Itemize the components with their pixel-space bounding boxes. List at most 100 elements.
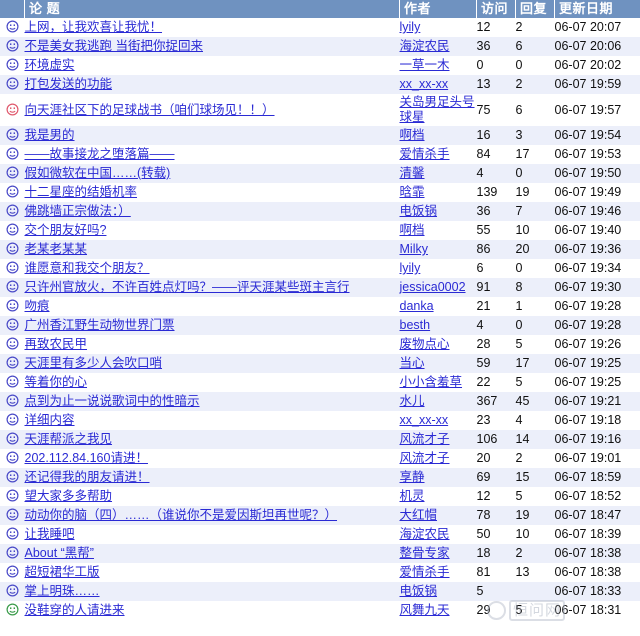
header-views[interactable]: 访问 bbox=[476, 0, 516, 18]
thread-title-link[interactable]: 202.112.84.160请进！ bbox=[25, 451, 148, 465]
thread-title-link[interactable]: 点到为止一说说歌词中的性暗示 bbox=[25, 394, 200, 408]
author-link[interactable]: 电饭锅 bbox=[400, 584, 438, 598]
author-link[interactable]: 啊档 bbox=[400, 223, 425, 237]
table-row[interactable]: 假如微软在中国……(转载) 清馨 4 0 06-07 19:50 bbox=[0, 164, 640, 183]
table-row[interactable]: 202.112.84.160请进！ 风流才子 20 2 06-07 19:01 bbox=[0, 449, 640, 468]
author-link[interactable]: 一草一木 bbox=[400, 58, 450, 72]
author-link[interactable]: 海淀农民 bbox=[400, 527, 450, 541]
thread-title-link[interactable]: 再致农民甲 bbox=[25, 337, 88, 351]
thread-title-link[interactable]: 只许州官放火，不许百姓点灯吗？——评天涯某些斑主言行 bbox=[25, 280, 350, 294]
author-link[interactable]: 水儿 bbox=[400, 394, 425, 408]
thread-title-link[interactable]: 假如微软在中国……(转载) bbox=[25, 166, 171, 180]
table-row[interactable]: 还记得我的朋友请进！ 享静 69 15 06-07 18:59 bbox=[0, 468, 640, 487]
table-row[interactable]: 天涯里有多少人会吹口哨 当心 59 17 06-07 19:25 bbox=[0, 354, 640, 373]
author-link[interactable]: lyily bbox=[400, 261, 421, 275]
table-row[interactable]: 佛跳墙正宗做法：） 电饭锅 36 7 06-07 19:46 bbox=[0, 202, 640, 221]
author-link[interactable]: 清馨 bbox=[400, 166, 425, 180]
author-link[interactable]: jessica0002 bbox=[400, 280, 466, 294]
author-link[interactable]: 爱情杀手 bbox=[400, 565, 450, 579]
table-row[interactable]: 点到为止一说说歌词中的性暗示 水儿 367 45 06-07 19:21 bbox=[0, 392, 640, 411]
table-row[interactable]: 没鞋穿的人请进来 风舞九天 29 5 06-07 18:31 bbox=[0, 601, 640, 620]
author-link[interactable]: 废物点心 bbox=[400, 337, 450, 351]
table-row[interactable]: 超短裙华工版 爱情杀手 81 13 06-07 18:38 bbox=[0, 563, 640, 582]
table-row[interactable]: 让我睡吧 海淀农民 50 10 06-07 18:39 bbox=[0, 525, 640, 544]
author-link[interactable]: danka bbox=[400, 299, 434, 313]
table-row[interactable]: 动动你的脑（四）……（谁说你不是爱因斯坦再世呢？） 大红帽 78 19 06-07 18… bbox=[0, 506, 640, 525]
author-link[interactable]: Milky bbox=[400, 242, 428, 256]
table-row[interactable]: 天涯帮派之我见 风流才子 106 14 06-07 19:16 bbox=[0, 430, 640, 449]
thread-title-link[interactable]: 掌上明珠…… bbox=[25, 584, 100, 598]
table-row[interactable]: 环境虚实 一草一木 0 0 06-07 20:02 bbox=[0, 56, 640, 75]
author-link[interactable]: 电饭锅 bbox=[400, 204, 438, 218]
author-link[interactable]: 风流才子 bbox=[400, 451, 450, 465]
thread-title-link[interactable]: 环境虚实 bbox=[25, 58, 75, 72]
thread-title-link[interactable]: 望大家多多帮助 bbox=[25, 489, 113, 503]
thread-title-cell: 天涯帮派之我见 bbox=[25, 430, 400, 449]
thread-title-link[interactable]: About “黑帮” bbox=[25, 546, 94, 560]
author-link[interactable]: 当心 bbox=[400, 356, 425, 370]
author-link[interactable]: 风舞九天 bbox=[400, 603, 450, 617]
thread-title-link[interactable]: 向天涯社区下的足球战书（咱们球场见！！） bbox=[25, 103, 275, 117]
table-row[interactable]: 只许州官放火，不许百姓点灯吗？——评天涯某些斑主言行 jessica0002 91 8… bbox=[0, 278, 640, 297]
thread-title-link[interactable]: 天涯帮派之我见 bbox=[25, 432, 113, 446]
thread-title-link[interactable]: 佛跳墙正宗做法：） bbox=[25, 204, 131, 218]
thread-title-link[interactable]: 让我睡吧 bbox=[25, 527, 75, 541]
author-link[interactable]: 晗霏 bbox=[400, 185, 425, 199]
header-replies[interactable]: 回复 bbox=[515, 0, 555, 18]
table-row[interactable]: 吻痕 danka 21 1 06-07 19:28 bbox=[0, 297, 640, 316]
author-link[interactable]: 关岛男足头号球星 bbox=[400, 95, 475, 124]
table-row[interactable]: 不是美女我逃跑 当街把你捉回来 海淀农民 36 6 06-07 20:06 bbox=[0, 37, 640, 56]
thread-title-link[interactable]: 超短裙华工版 bbox=[25, 565, 100, 579]
thread-title-link[interactable]: ——故事接龙之堕落篇—— bbox=[25, 147, 175, 161]
thread-title-link[interactable]: 十二星座的结婚机率 bbox=[25, 185, 138, 199]
author-link[interactable]: 风流才子 bbox=[400, 432, 450, 446]
table-row[interactable]: ——故事接龙之堕落篇—— 爱情杀手 84 17 06-07 19:53 bbox=[0, 145, 640, 164]
author-link[interactable]: besth bbox=[400, 318, 431, 332]
author-link[interactable]: 啊档 bbox=[400, 128, 425, 142]
table-row[interactable]: 望大家多多帮助 机灵 12 5 06-07 18:52 bbox=[0, 487, 640, 506]
thread-title-link[interactable]: 打包发送的功能 bbox=[25, 77, 113, 91]
table-row[interactable]: 等着你的心 小小含羞草 22 5 06-07 19:25 bbox=[0, 373, 640, 392]
table-row[interactable]: 上网，让我欢喜让我忧！ lyily 12 2 06-07 20:07 bbox=[0, 18, 640, 37]
table-row[interactable]: 广州香江野生动物世界门票 besth 4 0 06-07 19:28 bbox=[0, 316, 640, 335]
author-link[interactable]: 爱情杀手 bbox=[400, 147, 450, 161]
author-link[interactable]: lyily bbox=[400, 20, 421, 34]
thread-title-link[interactable]: 交个朋友好吗? bbox=[25, 223, 107, 237]
table-row[interactable]: 我是男的 啊档 16 3 06-07 19:54 bbox=[0, 126, 640, 145]
table-row[interactable]: 打包发送的功能 xx_xx-xx 13 2 06-07 19:59 bbox=[0, 75, 640, 94]
header-date[interactable]: 更新日期 bbox=[554, 0, 640, 18]
author-link[interactable]: xx_xx-xx bbox=[400, 77, 449, 91]
thread-title-link[interactable]: 我是男的 bbox=[25, 128, 75, 142]
table-row[interactable]: 再致农民甲 废物点心 28 5 06-07 19:26 bbox=[0, 335, 640, 354]
thread-title-link[interactable]: 老某老某某 bbox=[25, 242, 88, 256]
thread-title-link[interactable]: 不是美女我逃跑 当街把你捉回来 bbox=[25, 39, 203, 53]
thread-title-link[interactable]: 天涯里有多少人会吹口哨 bbox=[25, 356, 163, 370]
thread-title-link[interactable]: 广州香江野生动物世界门票 bbox=[25, 318, 175, 332]
thread-title-link[interactable]: 等着你的心 bbox=[25, 375, 88, 389]
author-link[interactable]: 整骨专家 bbox=[400, 546, 450, 560]
thread-title-link[interactable]: 谁愿意和我交个朋友？ bbox=[25, 261, 150, 275]
author-link[interactable]: 享静 bbox=[400, 470, 425, 484]
author-link[interactable]: 小小含羞草 bbox=[400, 375, 463, 389]
table-row[interactable]: 掌上明珠…… 电饭锅 5 06-07 18:33 bbox=[0, 582, 640, 601]
thread-title-link[interactable]: 还记得我的朋友请进！ bbox=[25, 470, 150, 484]
header-author[interactable]: 作者 bbox=[399, 0, 477, 18]
table-row[interactable]: 详细内容 xx_xx-xx 23 4 06-07 19:18 bbox=[0, 411, 640, 430]
header-title[interactable]: 论 题 bbox=[24, 0, 400, 18]
table-row[interactable]: 十二星座的结婚机率 晗霏 139 19 06-07 19:49 bbox=[0, 183, 640, 202]
author-link[interactable]: 机灵 bbox=[400, 489, 425, 503]
author-link[interactable]: xx_xx-xx bbox=[400, 413, 449, 427]
thread-title-link[interactable]: 上网，让我欢喜让我忧！ bbox=[25, 20, 163, 34]
table-row[interactable]: 老某老某某 Milky 86 20 06-07 19:36 bbox=[0, 240, 640, 259]
table-row[interactable]: 谁愿意和我交个朋友？ lyily 6 0 06-07 19:34 bbox=[0, 259, 640, 278]
author-cell: 晗霏 bbox=[400, 183, 477, 202]
thread-title-link[interactable]: 动动你的脑（四）……（谁说你不是爱因斯坦再世呢？） bbox=[25, 508, 338, 522]
author-link[interactable]: 海淀农民 bbox=[400, 39, 450, 53]
thread-title-link[interactable]: 吻痕 bbox=[25, 299, 50, 313]
author-link[interactable]: 大红帽 bbox=[400, 508, 438, 522]
thread-title-link[interactable]: 没鞋穿的人请进来 bbox=[25, 603, 125, 617]
table-row[interactable]: 向天涯社区下的足球战书（咱们球场见！！） 关岛男足头号球星 75 6 06-07 19:… bbox=[0, 94, 640, 126]
table-row[interactable]: 交个朋友好吗? 啊档 55 10 06-07 19:40 bbox=[0, 221, 640, 240]
thread-title-link[interactable]: 详细内容 bbox=[25, 413, 75, 427]
table-row[interactable]: About “黑帮” 整骨专家 18 2 06-07 18:38 bbox=[0, 544, 640, 563]
